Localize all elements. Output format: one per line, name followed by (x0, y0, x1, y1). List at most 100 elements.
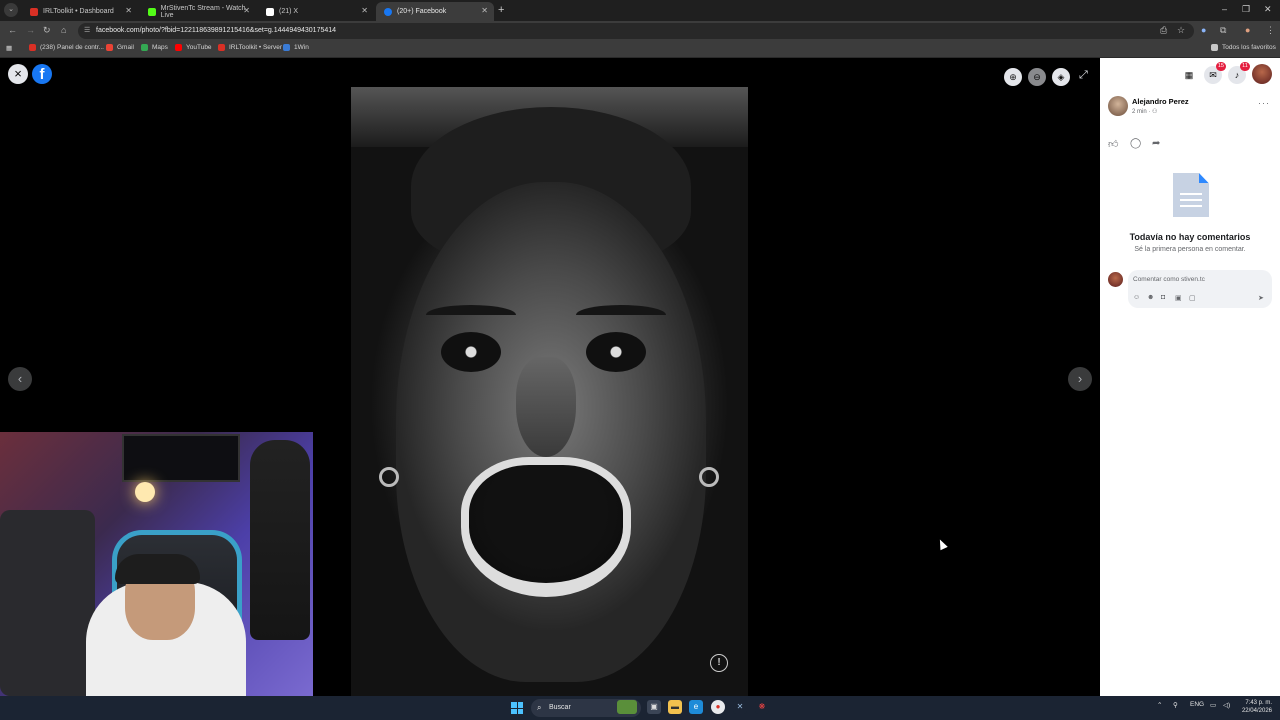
site-info-icon[interactable]: ☰ (84, 23, 90, 39)
next-photo-button[interactable]: › (1068, 367, 1092, 391)
document-line (1180, 193, 1202, 195)
author-avatar[interactable] (1108, 96, 1128, 116)
file-explorer-icon[interactable]: ▬ (668, 700, 682, 714)
bookmark-favicon-icon (29, 44, 36, 51)
notifications-badge: 11 (1240, 62, 1250, 71)
extensions-puzzle-icon[interactable]: ⧉ (1220, 25, 1226, 36)
webcam-chair-left (0, 510, 95, 696)
friends-audience-icon: ⚇ (1152, 109, 1158, 115)
back-icon[interactable]: ← (8, 25, 17, 35)
tab-label: IRLToolkit • Dashboard (43, 8, 114, 15)
tab-close-icon[interactable]: ✕ (361, 6, 368, 15)
bookmark-label: Todos los favoritos (1222, 44, 1276, 51)
extension-icon[interactable]: ● (1201, 25, 1206, 35)
irltoolkit-favicon-icon (30, 7, 38, 16)
bookmark-1win[interactable]: 1Win (283, 44, 309, 51)
tab-close-icon[interactable]: ✕ (481, 6, 488, 15)
gif-icon[interactable]: ▣ (1175, 294, 1182, 302)
tray-chevron-icon[interactable]: ⌃ (1157, 701, 1162, 709)
all-bookmarks[interactable]: Todos los favoritos (1211, 44, 1276, 51)
minimize-icon[interactable]: – (1222, 4, 1227, 14)
address-bar[interactable]: ☰ facebook.com/photo/?fbid=1221186398912… (78, 23, 1194, 39)
tab-close-icon[interactable]: ✕ (243, 6, 250, 15)
bookmark-label: (238) Panel de contr... (40, 44, 104, 51)
sticker-icon[interactable]: ▢ (1189, 294, 1196, 302)
chrome-icon[interactable]: ● (711, 700, 725, 714)
apps-grid-icon[interactable]: ▦ (6, 44, 12, 52)
account-avatar[interactable] (1252, 64, 1272, 84)
tab-x[interactable]: (21) X ✕ (258, 2, 374, 21)
like-icon[interactable]: 👍︎ (1108, 138, 1118, 150)
document-line (1180, 199, 1202, 201)
reload-icon[interactable]: ↻ (43, 25, 51, 36)
menu-kebab-icon[interactable]: ⋮ (1266, 25, 1275, 36)
messenger-icon[interactable]: ✉ 15 (1204, 62, 1226, 84)
window-close-icon[interactable]: ✕ (1264, 4, 1272, 15)
camera-icon[interactable]: ◘ (1161, 294, 1165, 301)
tag-icon[interactable]: ◈ (1052, 68, 1070, 86)
avatar-sticker-icon[interactable]: ☺ (1133, 294, 1140, 301)
photo-eye-right (586, 332, 646, 372)
clock-date: 22/04/2026 (1241, 708, 1272, 714)
volume-icon[interactable]: ◁) (1223, 701, 1230, 709)
tab-irltoolkit-dashboard[interactable]: IRLToolkit • Dashboard ✕ (22, 2, 138, 21)
tab-search-icon[interactable]: ⌄ (4, 3, 18, 17)
emoji-icon[interactable]: ☻ (1147, 294, 1154, 301)
tab-label: (21) X (279, 8, 299, 15)
report-info-icon[interactable]: ! (710, 654, 728, 672)
profile-avatar-icon[interactable]: ● (1245, 25, 1250, 35)
install-app-icon[interactable]: ⎙ (1160, 25, 1167, 36)
forward-icon[interactable]: → (26, 25, 35, 35)
microphone-icon[interactable]: ⚲ (1173, 701, 1178, 709)
photo-eye-left (441, 332, 501, 372)
clock-time: 7:43 p. m. (1245, 700, 1272, 706)
fullscreen-icon[interactable]: ⤢ (1079, 69, 1088, 82)
notifications-bell-icon[interactable]: ♪ 11 (1228, 62, 1250, 84)
tab-kick-stream[interactable]: MrStivenTc Stream - Watch Live ✕ (140, 2, 256, 21)
facebook-logo-icon[interactable]: f (32, 64, 52, 84)
bookmark-youtube[interactable]: YouTube (175, 44, 212, 51)
bookmark-label: IRLToolkit • Server (229, 44, 283, 51)
restore-icon[interactable]: ❐ (1242, 4, 1250, 15)
zoom-in-icon[interactable]: ⊕ (1004, 68, 1022, 86)
comment-box[interactable]: Comentar como stiven.tc ☺ ☻ ◘ ▣ ▢ ➤ (1128, 270, 1272, 308)
no-comments-title: Todavía no hay comentarios (1129, 232, 1251, 242)
send-icon[interactable]: ➤ (1258, 294, 1264, 302)
messenger-badge: 15 (1215, 62, 1226, 71)
weather-widget-icon[interactable] (617, 700, 637, 714)
new-tab-icon[interactable]: + (498, 4, 504, 16)
capcut-icon[interactable]: ✕ (733, 700, 747, 714)
menu-grid-icon[interactable]: ▦ (1180, 66, 1198, 84)
home-icon[interactable]: ⌂ (61, 25, 66, 35)
tab-close-icon[interactable]: ✕ (125, 6, 132, 15)
previous-photo-button[interactable]: ‹ (8, 367, 32, 391)
browser-tab-strip: ⌄ IRLToolkit • Dashboard ✕ MrStivenTc St… (0, 0, 1280, 21)
empty-comments-document-icon (1173, 173, 1209, 217)
bookmark-maps[interactable]: Maps (141, 44, 168, 51)
taskbar-clock[interactable]: 7:43 p. m. 22/04/2026 (1236, 699, 1272, 715)
taskbar-search-label: Buscar (549, 704, 571, 711)
windows-start-icon[interactable] (511, 702, 523, 714)
network-icon[interactable]: ▭ (1210, 701, 1216, 709)
bookmark-irltoolkit-server[interactable]: IRLToolkit • Server (218, 44, 282, 51)
bookmark-panel[interactable]: (238) Panel de contr... (29, 44, 104, 51)
post-time[interactable]: 2 min · ⚇ (1132, 108, 1157, 115)
document-line (1180, 205, 1202, 207)
language-indicator[interactable]: ENG (1190, 701, 1204, 708)
task-view-icon[interactable]: ▣ (647, 700, 661, 714)
more-options-icon[interactable]: ··· (1258, 98, 1270, 108)
no-comments-subtitle: Sé la primera persona en comentar. (1134, 246, 1246, 253)
comment-icon[interactable]: ◯ (1130, 138, 1141, 149)
share-icon[interactable]: ➦ (1152, 138, 1160, 149)
bookmark-star-icon[interactable]: ☆ (1177, 25, 1185, 36)
comment-input[interactable]: Comentar como stiven.tc (1133, 276, 1205, 283)
photo-earring-left (379, 467, 399, 487)
zoom-out-icon[interactable]: ⊖ (1028, 68, 1046, 86)
app-icon[interactable]: ❋ (755, 700, 769, 714)
tab-facebook[interactable]: (20+) Facebook ✕ (376, 2, 494, 21)
bookmark-gmail[interactable]: Gmail (106, 44, 134, 51)
edge-icon[interactable]: e (689, 700, 703, 714)
close-viewer-button[interactable]: × (8, 64, 28, 84)
post-author[interactable]: Alejandro Perez (1132, 97, 1189, 106)
commenter-avatar (1108, 272, 1123, 287)
